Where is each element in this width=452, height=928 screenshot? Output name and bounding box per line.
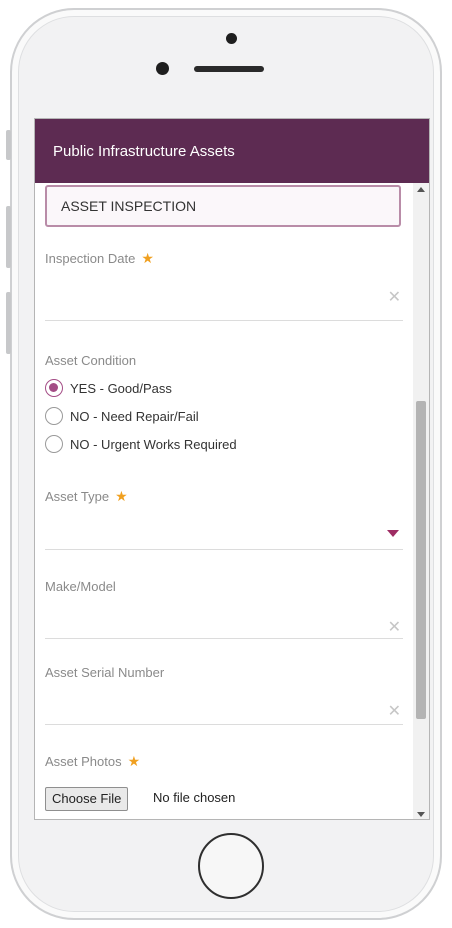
asset-type-select[interactable] xyxy=(45,549,403,550)
choose-file-button[interactable]: Choose File xyxy=(45,787,129,811)
phone-volume-down-button xyxy=(6,292,11,354)
radio-option-urgent-works[interactable]: NO - Urgent Works Required xyxy=(45,435,237,453)
star-icon: ★ xyxy=(141,250,154,266)
home-button[interactable] xyxy=(198,833,264,899)
inspection-date-label: Inspection Date ★ xyxy=(45,250,154,267)
asset-type-label-text: Asset Type xyxy=(45,489,110,504)
phone-volume-up-button xyxy=(6,206,11,268)
radio-button[interactable] xyxy=(45,407,63,425)
app-bar: Public Infrastructure Assets xyxy=(35,119,429,183)
radio-option-label: NO - Need Repair/Fail xyxy=(70,408,199,424)
radio-option-good-pass[interactable]: YES - Good/Pass xyxy=(45,379,172,397)
scroll-up-arrow-icon[interactable] xyxy=(417,187,425,192)
asset-photos-label-text: Asset Photos xyxy=(45,754,122,769)
scrollbar-thumb[interactable] xyxy=(416,401,426,719)
radio-option-label: YES - Good/Pass xyxy=(70,380,172,396)
close-icon[interactable]: ✕ xyxy=(388,287,401,307)
section-title: ASSET INSPECTION xyxy=(61,198,197,214)
make-model-label: Make/Model xyxy=(45,579,116,594)
radio-button[interactable] xyxy=(45,435,63,453)
serial-number-field[interactable] xyxy=(45,724,403,725)
scrollbar[interactable] xyxy=(413,183,429,819)
radio-option-label: NO - Urgent Works Required xyxy=(70,436,237,452)
section-header-asset-inspection: ASSET INSPECTION xyxy=(45,185,401,227)
asset-photos-label: Asset Photos ★ xyxy=(45,753,140,770)
inspection-date-label-text: Inspection Date xyxy=(45,251,136,266)
close-icon[interactable]: ✕ xyxy=(388,701,401,721)
form-content: ASSET INSPECTION Inspection Date ★ ✕ Asse… xyxy=(35,183,413,819)
earpiece-speaker xyxy=(194,66,264,72)
radio-option-need-repair[interactable]: NO - Need Repair/Fail xyxy=(45,407,199,425)
inspection-date-field[interactable] xyxy=(45,320,403,321)
serial-number-label: Asset Serial Number xyxy=(45,665,165,680)
scroll-down-arrow-icon[interactable] xyxy=(417,812,425,817)
phone-mute-switch xyxy=(6,130,11,160)
star-icon: ★ xyxy=(115,488,128,504)
make-model-field[interactable] xyxy=(45,638,403,639)
app-title: Public Infrastructure Assets xyxy=(53,142,235,160)
asset-type-label: Asset Type ★ xyxy=(45,488,128,505)
app-screen: Public Infrastructure Assets ASSET INSPE… xyxy=(34,118,430,820)
file-status-text: No file chosen xyxy=(153,790,236,805)
caret-down-icon[interactable] xyxy=(387,530,399,537)
front-camera xyxy=(226,33,237,44)
close-icon[interactable]: ✕ xyxy=(388,617,401,637)
radio-button-checked[interactable] xyxy=(45,379,63,397)
asset-condition-label: Asset Condition xyxy=(45,353,137,368)
proximity-sensor xyxy=(156,62,169,75)
star-icon: ★ xyxy=(127,753,141,769)
